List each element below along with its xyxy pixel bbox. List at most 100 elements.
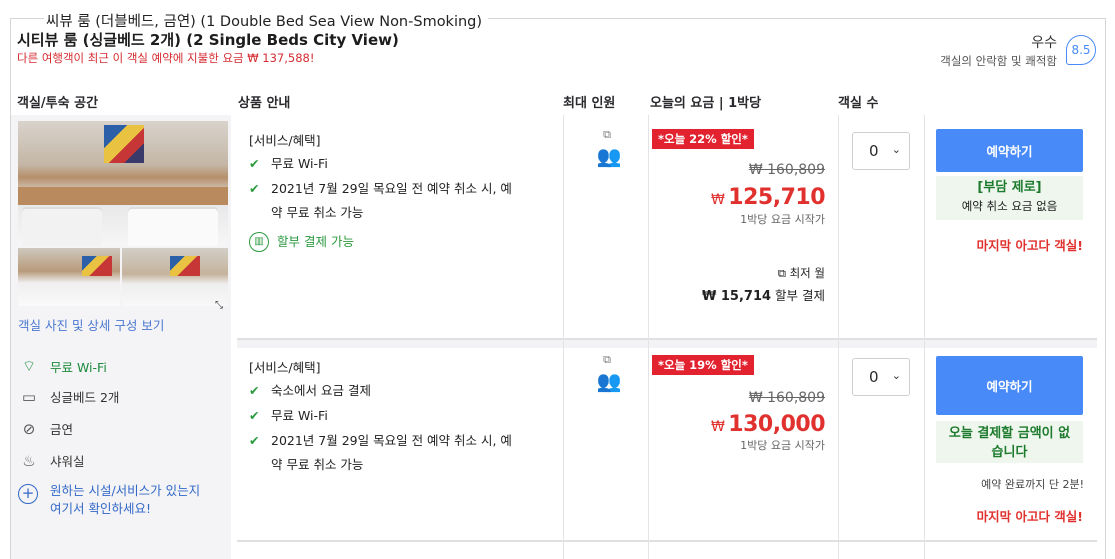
last-room-notice: 마지막 아고다 객실!: [976, 509, 1083, 524]
room-title: 시티뷰 룸 (싱글베드 2개) (2 Single Beds City View…: [17, 31, 399, 49]
row-separator: [237, 340, 1097, 348]
green-box-title: [부담 제로]: [977, 180, 1042, 195]
benefit-text: 숙소에서 요금 결제: [271, 383, 371, 398]
bed-left: [22, 209, 102, 246]
per-night-label: 1박당 요금 시작가: [740, 213, 825, 226]
benefit-text[interactable]: 2021년 7월 29일 목요일 전 예약 취소 시, 예약 무료 취소 가능: [271, 429, 521, 477]
last-room-notice: 마지막 아고다 객실!: [976, 238, 1083, 253]
monthly-min-label: ⧉ 최저 월: [778, 265, 825, 281]
amenity-search-link[interactable]: + 원하는 시설/서비스가 있는지 여기서 확인하세요!: [18, 482, 200, 518]
benefit-item: ✔ 무료 Wi-Fi: [249, 407, 521, 425]
green-box-title: 오늘 결제할 금액이 없습니다: [948, 426, 1071, 460]
amenity-beds: ▭ 싱글베드 2개: [18, 387, 120, 406]
amenity-label: 무료 Wi-Fi: [50, 360, 107, 375]
room-photo-thumb-1[interactable]: [18, 248, 120, 306]
header-max-guests: 최대 인원: [563, 96, 616, 111]
current-price: ₩130,000: [710, 412, 826, 437]
offer-2-occupancy: ⧉ 👥: [592, 353, 622, 393]
min-text: 최저 월: [789, 266, 825, 280]
two-persons-icon: 👥: [596, 369, 622, 393]
original-price: ₩ 160,809: [748, 162, 825, 178]
qty-value: 0: [869, 368, 879, 386]
column-divider: [924, 115, 925, 559]
benefits-header: [서비스/혜택]: [249, 133, 321, 148]
benefit-item: ✔ 2021년 7월 29일 목요일 전 예약 취소 시, 예약 무료 취소 가능: [249, 432, 521, 477]
thumb-painting: [82, 256, 112, 276]
header-product: 상품 안내: [238, 96, 291, 111]
headboard: [18, 187, 228, 205]
current-price: ₩125,710: [710, 185, 826, 210]
room-photo-main[interactable]: [18, 121, 228, 246]
amenity-shower: ♨ 샤워실: [18, 451, 85, 470]
price-value: 130,000: [728, 412, 825, 437]
installment-info[interactable]: ▥ 할부 결제 가능: [249, 232, 521, 252]
header-price: 오늘의 요금 | 1박당: [650, 96, 762, 111]
room-qty-select[interactable]: 0 ⌄: [852, 132, 910, 170]
chevron-down-icon: ⌄: [891, 369, 901, 382]
benefit-item: ✔ 숙소에서 요금 결제: [249, 382, 521, 400]
photo-detail-link[interactable]: 객실 사진 및 상세 구성 보기: [18, 315, 164, 334]
bed-right: [128, 209, 218, 246]
check-icon: ✔: [249, 156, 260, 171]
check-icon: ✔: [249, 383, 260, 398]
recent-booking-warning: 다른 여행객이 최근 이 객실 예약에 지불한 요금 ₩ 137,588!: [17, 51, 315, 65]
two-persons-icon: 👥: [596, 144, 622, 168]
benefit-item: ✔ 무료 Wi-Fi: [249, 155, 521, 173]
installment-suffix: 할부 결제: [775, 288, 825, 303]
discount-badge: *오늘 19% 할인*: [652, 355, 754, 375]
price-value: 125,710: [728, 185, 825, 210]
benefit-text[interactable]: 2021년 7월 29일 목요일 전 예약 취소 시, 예약 무료 취소 가능: [271, 177, 521, 225]
book-button[interactable]: 예약하기: [936, 356, 1083, 415]
thumb-painting: [170, 256, 200, 276]
copy-icon[interactable]: ⧉: [592, 353, 622, 367]
previous-room-title: 씨뷰 룸 (더블베드, 금연) (1 Double Bed Sea View N…: [44, 10, 489, 31]
amenity-label: 싱글베드 2개: [50, 390, 120, 405]
bed-icon: ▭: [21, 387, 37, 406]
chevron-down-icon: ⌄: [891, 143, 901, 156]
more-line-1: 원하는 시설/서비스가 있는지: [50, 483, 201, 498]
frame-right: [1105, 18, 1106, 559]
amenity-label: 금연: [50, 422, 74, 437]
amenity-no-smoking: ⊘ 금연: [18, 419, 73, 438]
installment-icon: ▥: [249, 232, 269, 252]
plus-icon: +: [18, 484, 38, 504]
more-line-2: 여기서 확인하세요!: [50, 501, 151, 516]
currency-symbol: ₩: [710, 192, 725, 208]
offer-2-benefits: [서비스/혜택] ✔ 숙소에서 요금 결제 ✔ 무료 Wi-Fi ✔ 2021년 7월…: [249, 359, 521, 484]
wifi-icon: ⌔: [21, 357, 37, 375]
original-price: ₩ 160,809: [748, 390, 825, 406]
no-payment-today-box: 오늘 결제할 금액이 없습니다: [936, 421, 1083, 463]
zero-burden-box: [부담 제로] 예약 취소 요금 없음: [936, 176, 1083, 220]
offer-1-occupancy: ⧉ 👥: [592, 128, 622, 168]
rating-word: 우수: [1031, 35, 1057, 51]
header-room-space: 객실/투숙 공간: [17, 96, 99, 111]
installment-price: ₩ 15,714 할부 결제: [702, 285, 825, 304]
amenity-label: 샤워실: [50, 454, 85, 469]
offer-1-benefits: [서비스/혜택] ✔ 무료 Wi-Fi ✔ 2021년 7월 29일 목요일 전 예…: [249, 132, 521, 252]
shower-icon: ♨: [22, 451, 36, 470]
copy-icon[interactable]: ⧉: [592, 128, 622, 142]
wall-painting: [104, 125, 144, 163]
installment-label: 할부 결제 가능: [277, 234, 354, 249]
per-night-label: 1박당 요금 시작가: [740, 439, 825, 452]
room-qty-select[interactable]: 0 ⌄: [852, 358, 910, 396]
check-icon: ✔: [249, 181, 260, 196]
column-divider: [563, 115, 564, 559]
booking-time-note: 예약 완료까지 단 2분!: [981, 478, 1084, 491]
column-divider: [648, 115, 649, 559]
qty-value: 0: [869, 142, 879, 160]
benefit-text: 무료 Wi-Fi: [271, 408, 328, 423]
room-photo-thumb-2[interactable]: [122, 248, 228, 306]
green-box-subtitle: 예약 취소 요금 없음: [961, 199, 1058, 213]
no-smoking-icon: ⊘: [22, 419, 36, 438]
expand-icon[interactable]: ⤡: [215, 300, 223, 311]
installment-amount: ₩ 15,714: [702, 289, 772, 304]
benefit-item: ✔ 2021년 7월 29일 목요일 전 예약 취소 시, 예약 무료 취소 가능: [249, 180, 521, 225]
book-button[interactable]: 예약하기: [936, 129, 1083, 172]
header-rooms: 객실 수: [838, 96, 879, 111]
copy-icon: ⧉: [777, 266, 790, 280]
benefits-header: [서비스/혜택]: [249, 360, 321, 375]
currency-symbol: ₩: [710, 419, 725, 435]
rating-subtitle: 객실의 안락함 및 쾌적함: [940, 54, 1057, 68]
discount-badge: *오늘 22% 할인*: [652, 129, 754, 149]
